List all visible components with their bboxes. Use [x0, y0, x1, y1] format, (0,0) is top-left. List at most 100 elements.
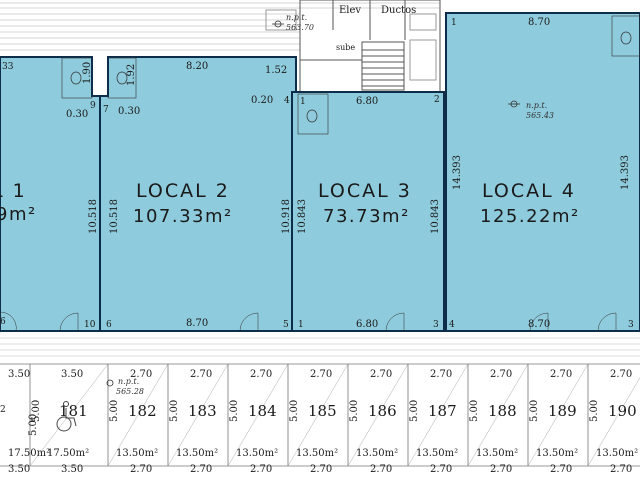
local-3-dim-top: 6.80: [356, 96, 378, 107]
stall-number: 183: [188, 402, 217, 420]
local-2-corner-br: 10: [84, 320, 96, 330]
ducts-label: Ductos: [381, 5, 416, 16]
stall-number: 186: [368, 402, 397, 420]
stall-top-dim: 2.70: [610, 369, 632, 380]
stall-bottom-dim: 2.70: [250, 464, 272, 475]
stall-top-dim: 2.70: [430, 369, 452, 380]
stall-number: 184: [248, 402, 277, 420]
stall-bottom-dim: 3.50: [61, 464, 83, 475]
parking-area: 3.501815.0017.50m²3.502.701825.0013.50m²…: [0, 363, 640, 475]
stall-top-dim: 2.70: [250, 369, 272, 380]
local-2-corner-tr: 1.52: [265, 65, 287, 76]
stall-area: 13.50m²: [356, 448, 398, 459]
parking-edge-number: 2: [0, 405, 6, 415]
local-3-corner-br: 3: [433, 320, 439, 330]
stall-left-bottom-dim: 3.50: [8, 464, 30, 475]
local-2-dim-left-b: 10.518: [109, 199, 120, 234]
stall-area: 13.50m²: [296, 448, 338, 459]
stall-number: 190: [608, 402, 637, 420]
stall-top-dim: 3.50: [61, 369, 83, 380]
stall-left-top-dim: 3.50: [8, 369, 30, 380]
local-2-dim-wc-b: 0.30: [118, 106, 140, 117]
stall-side-dim: 5.00: [169, 400, 180, 422]
local-3-dim-left-b: 10.843: [297, 199, 308, 234]
floor-plan: Elev Ductos sube n.p.t. 563.70 33 0.30 1…: [0, 0, 640, 475]
parking-npt-label: n.p.t.: [118, 377, 139, 386]
local-1-area: 9m²: [0, 204, 37, 225]
local-3-corner-tl: 1: [300, 97, 306, 107]
local-3-dim-right: 10.843: [430, 199, 441, 234]
stall-bottom-dim: 2.70: [130, 464, 152, 475]
local-1-corner-bl: 6: [0, 317, 6, 327]
local-2-corner-bl: 6: [106, 320, 112, 330]
local-2-corner-wc: 7: [103, 105, 109, 115]
local-1-dim-a: 0.30: [66, 109, 88, 120]
local-2-area: 107.33m²: [133, 206, 233, 227]
stall-top-dim: 2.70: [310, 369, 332, 380]
stall-side-dim: 5.00: [529, 400, 540, 422]
stall-area: 13.50m²: [416, 448, 458, 459]
local-2-corner-4: 4: [284, 96, 290, 106]
local-3-corner-tr: 2: [434, 95, 440, 105]
local-2-dim-wc: 1.92: [126, 64, 137, 86]
sidewalk: [0, 337, 640, 357]
stall-area: 13.50m²: [176, 448, 218, 459]
local-3-corner-bl: 5: [283, 320, 289, 330]
stall-area: 13.50m²: [536, 448, 578, 459]
local-4-corner-br: 3: [628, 320, 634, 330]
local-2-dim-left-a: 10.518: [88, 199, 99, 234]
top-npt-label: n.p.t.: [286, 13, 307, 22]
stall-side-dim: 5.00: [409, 400, 420, 422]
stall-top-dim: 2.70: [190, 369, 212, 380]
local-1-dim-c: 9: [90, 101, 96, 111]
stall-bottom-dim: 2.70: [490, 464, 512, 475]
top-wall-hatch: [0, 2, 440, 51]
stall-bottom-dim: 2.70: [310, 464, 332, 475]
local-3-corner-1: 1: [298, 320, 304, 330]
local-4-dim-left: 14.393: [452, 155, 463, 190]
stall-side-dim: 5.00: [109, 400, 120, 422]
stair-up-label: sube: [336, 43, 355, 52]
stall-left-area: 17.50m²: [8, 448, 50, 459]
local-4-corner-bl: 4: [449, 320, 455, 330]
stall-area: 13.50m²: [116, 448, 158, 459]
local-3-dim-left-a: 10.918: [281, 199, 292, 234]
stall-area: 13.50m²: [236, 448, 278, 459]
stall-side-dim: 5.00: [349, 400, 360, 422]
local-2-dim-top: 8.20: [186, 61, 208, 72]
local-3-dim-bottom: 6.80: [356, 319, 378, 330]
local-1-name: L 1: [0, 180, 27, 202]
parking-npt-value: 565.28: [116, 387, 144, 396]
stall-side-dim: 5.00: [289, 400, 300, 422]
local-2-name: LOCAL 2: [136, 180, 230, 202]
local-1-corner-tl: 33: [2, 62, 14, 72]
stall-number: 185: [308, 402, 337, 420]
local-4-area: 125.22m²: [480, 206, 580, 227]
stall-side-dim: 5.00: [229, 400, 240, 422]
stall-top-dim: 2.70: [550, 369, 572, 380]
stall-side-dim: 5.00: [589, 400, 600, 422]
stall-number: 187: [428, 402, 457, 420]
stall-bottom-dim: 2.70: [610, 464, 632, 475]
stall-left-side: 5.00: [28, 414, 39, 436]
stall-area: 13.50m²: [476, 448, 518, 459]
elevator-label: Elev: [339, 5, 361, 16]
local-4-corner-tl: 1: [451, 18, 457, 28]
local-4[interactable]: [445, 12, 640, 332]
local-4-dim-right: 14.393: [620, 155, 631, 190]
local-3-name: LOCAL 3: [318, 180, 412, 202]
local-3-area: 73.73m²: [323, 206, 410, 227]
stall-bottom-dim: 2.70: [370, 464, 392, 475]
local-2-dim-right: 0.20: [251, 95, 273, 106]
stall-number: 189: [548, 402, 577, 420]
local-4-npt-label: n.p.t.: [526, 101, 547, 110]
stall-bottom-dim: 2.70: [550, 464, 572, 475]
top-npt-value: 563.70: [286, 23, 314, 32]
stall-bottom-dim: 2.70: [190, 464, 212, 475]
stall-top-dim: 2.70: [490, 369, 512, 380]
stall-top-dim: 2.70: [370, 369, 392, 380]
local-4-dim-bottom: 8.70: [528, 319, 550, 330]
stall-number: 182: [128, 402, 157, 420]
stall-area: 17.50m²: [47, 448, 89, 459]
local-2-dim-bottom: 8.70: [186, 318, 208, 329]
